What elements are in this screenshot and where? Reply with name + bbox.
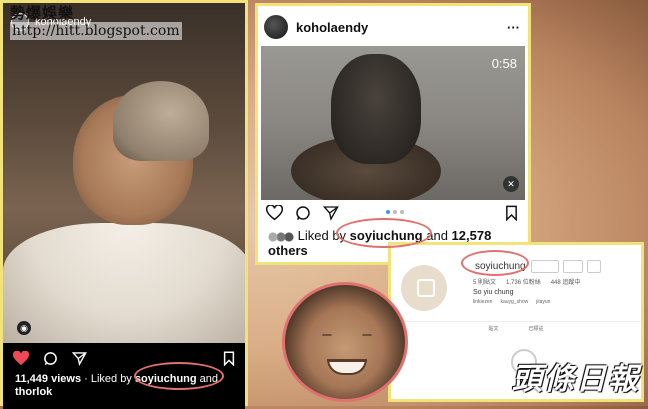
- share-icon[interactable]: [72, 351, 87, 366]
- profile-tabs: 貼文 已標註: [391, 321, 641, 332]
- tag-item[interactable]: kauyg_show: [500, 299, 528, 305]
- tag-item[interactable]: jiiayun: [536, 299, 550, 305]
- save-icon[interactable]: [223, 351, 235, 366]
- instagram-video-post-left: koholaendy ◉ 11,449 views · Liked by soy…: [0, 0, 248, 409]
- tag-item[interactable]: linkiezen: [473, 299, 492, 305]
- highlight-oval: [336, 218, 432, 248]
- beanie-shape: [113, 81, 209, 161]
- video-duration: 0:58: [491, 56, 517, 71]
- message-button[interactable]: [531, 260, 559, 273]
- liker-avatars: [268, 231, 294, 242]
- video-frame[interactable]: koholaendy ◉: [3, 3, 245, 343]
- avatar[interactable]: [264, 15, 288, 39]
- following-count[interactable]: 448 追蹤中: [551, 277, 581, 286]
- mute-icon[interactable]: ◉: [17, 321, 31, 335]
- newspaper-logo: 頭條日報: [512, 362, 640, 397]
- eyes-shape: [319, 331, 375, 339]
- heart-icon[interactable]: [13, 350, 29, 366]
- share-icon[interactable]: [323, 205, 339, 221]
- username[interactable]: koholaendy: [296, 20, 368, 35]
- watermark-url: http://hitt.blogspot.com: [10, 22, 182, 40]
- camera-icon: [417, 279, 435, 297]
- profile-real-name: So yiu chung: [473, 289, 514, 296]
- highlight-oval: [461, 250, 529, 276]
- shirt-shape: [3, 223, 245, 343]
- highlight-oval: [134, 362, 224, 390]
- follow-button[interactable]: [563, 260, 583, 273]
- profile-tags: linkiezen kauyg_show jiiayun: [473, 299, 550, 305]
- more-icon[interactable]: ···: [507, 20, 520, 35]
- followers-count[interactable]: 1,736 位粉絲: [506, 277, 541, 286]
- profile-avatar[interactable]: [401, 265, 447, 311]
- video-frame[interactable]: 0:58 ✕: [261, 46, 525, 200]
- comment-icon[interactable]: [295, 205, 311, 221]
- watermark-title: 勢爆娛樂: [10, 4, 75, 22]
- source-watermark: 勢爆娛樂 http://hitt.blogspot.com: [10, 4, 182, 40]
- inset-portrait: [282, 282, 408, 402]
- smile-shape: [327, 359, 367, 375]
- tab-tagged[interactable]: 已標註: [529, 325, 544, 332]
- like-count[interactable]: 12,578: [452, 228, 492, 243]
- posts-count: 5 則貼文: [473, 280, 497, 286]
- carousel-dots: [386, 210, 404, 214]
- view-count: 11,449 views: [15, 373, 82, 385]
- tab-posts[interactable]: 貼文: [488, 325, 498, 332]
- save-icon[interactable]: [505, 205, 518, 221]
- guitarist-shape: [331, 54, 421, 164]
- mute-icon[interactable]: ✕: [503, 176, 519, 192]
- post-header: koholaendy ···: [264, 14, 520, 40]
- dropdown-button[interactable]: [587, 260, 601, 273]
- comment-icon[interactable]: [43, 351, 58, 366]
- profile-counts: 5 則貼文 1,736 位粉絲 448 追蹤中: [473, 277, 580, 286]
- second-liker[interactable]: thorlok: [15, 386, 52, 398]
- liked-by-label: · Liked by: [81, 373, 135, 385]
- heart-icon[interactable]: [266, 205, 283, 221]
- others-label[interactable]: others: [268, 243, 308, 258]
